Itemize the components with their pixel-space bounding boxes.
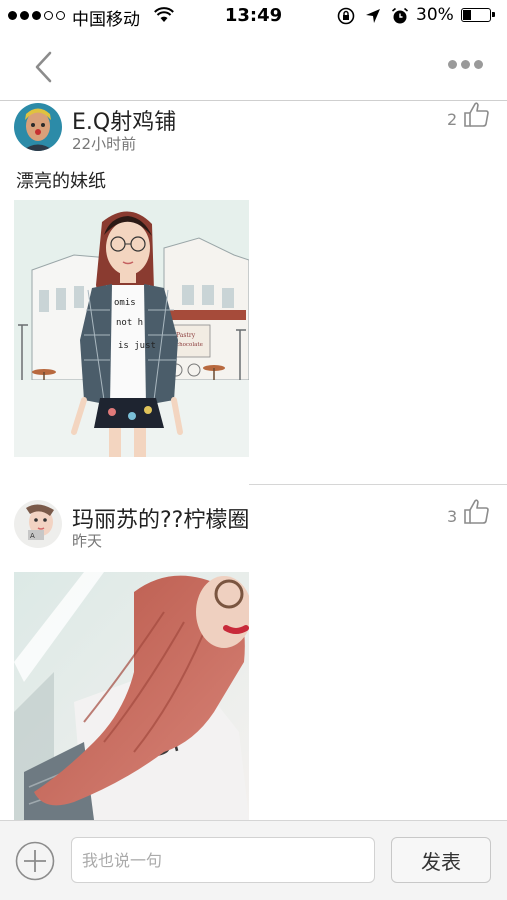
rotation-lock-icon xyxy=(337,7,355,25)
post-image-illustrated-girl[interactable]: Pastry chocolate omis not h is just xyxy=(14,200,249,457)
alarm-icon xyxy=(391,7,409,24)
svg-text:omis: omis xyxy=(114,298,136,308)
thumbs-up-icon[interactable] xyxy=(462,498,492,524)
plus-circle-icon[interactable] xyxy=(15,841,55,881)
thumbs-up-icon[interactable] xyxy=(462,101,492,127)
like-count: 3 xyxy=(447,507,458,526)
location-arrow-icon xyxy=(366,9,380,23)
avatar[interactable] xyxy=(14,103,62,151)
svg-text:Pastry: Pastry xyxy=(176,332,196,339)
avatar[interactable]: A xyxy=(14,500,62,548)
like-count: 2 xyxy=(447,110,458,129)
navigation-bar xyxy=(0,32,507,100)
status-bar: 中国移动 13:49 30% xyxy=(0,0,507,32)
back-chevron-icon[interactable] xyxy=(28,50,58,84)
svg-text:chocolate: chocolate xyxy=(176,342,203,348)
comment-composer-bar: 发表 xyxy=(0,820,507,900)
post-timestamp: 22小时前 xyxy=(72,135,137,153)
post-divider xyxy=(249,484,507,485)
post-text: 漂亮的妹纸 xyxy=(16,171,106,192)
comment-input[interactable] xyxy=(71,837,375,883)
post-username[interactable]: E.Q射鸡铺 xyxy=(72,104,176,136)
post-image-selfie[interactable]: R DI xyxy=(14,572,249,820)
battery-icon xyxy=(461,8,495,22)
svg-text:not h: not h xyxy=(116,318,143,328)
post-timestamp: 昨天 xyxy=(72,532,103,550)
more-dots-icon[interactable] xyxy=(448,60,483,69)
svg-text:is just: is just xyxy=(118,341,156,351)
send-button[interactable]: 发表 xyxy=(391,837,491,883)
nav-divider xyxy=(0,100,507,101)
battery-percentage: 30% xyxy=(416,5,454,25)
svg-text:A: A xyxy=(30,532,35,540)
